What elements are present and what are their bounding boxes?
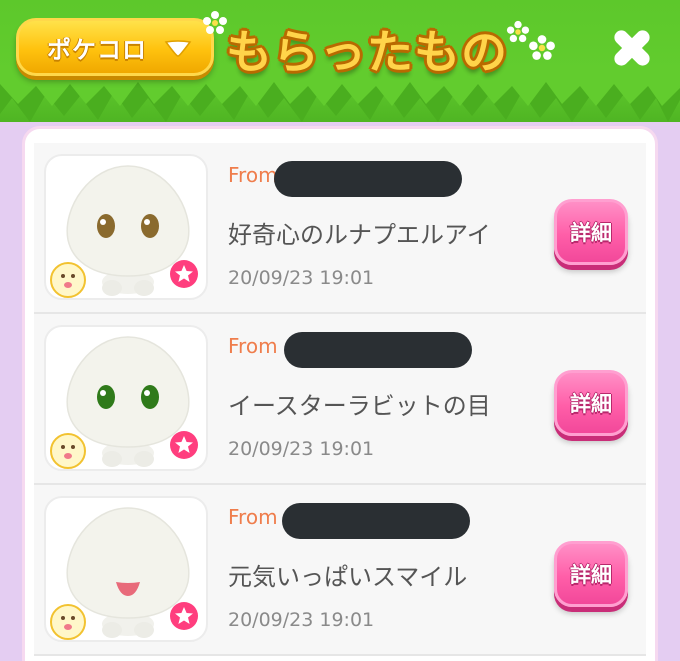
detail-button-label: 詳細 (570, 221, 612, 245)
item-thumbnail (44, 496, 208, 642)
item-thumbnail (44, 325, 208, 471)
detail-button[interactable]: 詳細 (554, 199, 628, 265)
sender-label: From (228, 505, 278, 529)
received-date: 20/09/23 19:01 (228, 267, 375, 289)
close-icon[interactable] (608, 24, 656, 72)
gift-row: From 元気いっぱいスマイル 20/09/23 19:01 詳細 (34, 485, 646, 656)
selector-label: ポケコロ (47, 35, 147, 64)
header-bar: ポケコロ もらったもの (0, 0, 680, 122)
pokecolo-selector-button[interactable]: ポケコロ (16, 18, 214, 76)
page-title: もらったもの (226, 25, 508, 79)
detail-button-label: 詳細 (570, 392, 612, 416)
gift-row: From 好奇心のルナプエルアイ 20/09/23 19:01 詳細 (34, 143, 646, 314)
detail-button-label: 詳細 (570, 563, 612, 587)
item-name: イースターラビットの目 (228, 392, 491, 420)
sender-name-redacted (274, 161, 462, 197)
received-date: 20/09/23 19:01 (228, 609, 375, 631)
sender-name-redacted (282, 503, 470, 539)
item-name: 元気いっぱいスマイル (228, 563, 468, 591)
gift-row: From イースターラビットの目 20/09/23 19:01 詳細 (34, 314, 646, 485)
pokecolo-character-icon (50, 507, 198, 640)
pokecolo-character-icon (50, 336, 198, 469)
received-date: 20/09/23 19:01 (228, 438, 375, 460)
sparkle-icon (529, 35, 555, 60)
chevron-down-icon (164, 40, 192, 57)
item-thumbnail (44, 154, 208, 300)
sender-label: From (228, 334, 278, 358)
gift-list: From 好奇心のルナプエルアイ 20/09/23 19:01 詳細 From … (34, 143, 646, 656)
sparkle-icon (506, 20, 530, 43)
sparkle-icon (203, 11, 227, 34)
detail-button[interactable]: 詳細 (554, 370, 628, 436)
sender-label: From (228, 163, 278, 187)
item-name: 好奇心のルナプエルアイ (228, 221, 491, 249)
sender-name-redacted (284, 332, 472, 368)
detail-button[interactable]: 詳細 (554, 541, 628, 607)
pokecolo-character-icon (50, 165, 198, 298)
